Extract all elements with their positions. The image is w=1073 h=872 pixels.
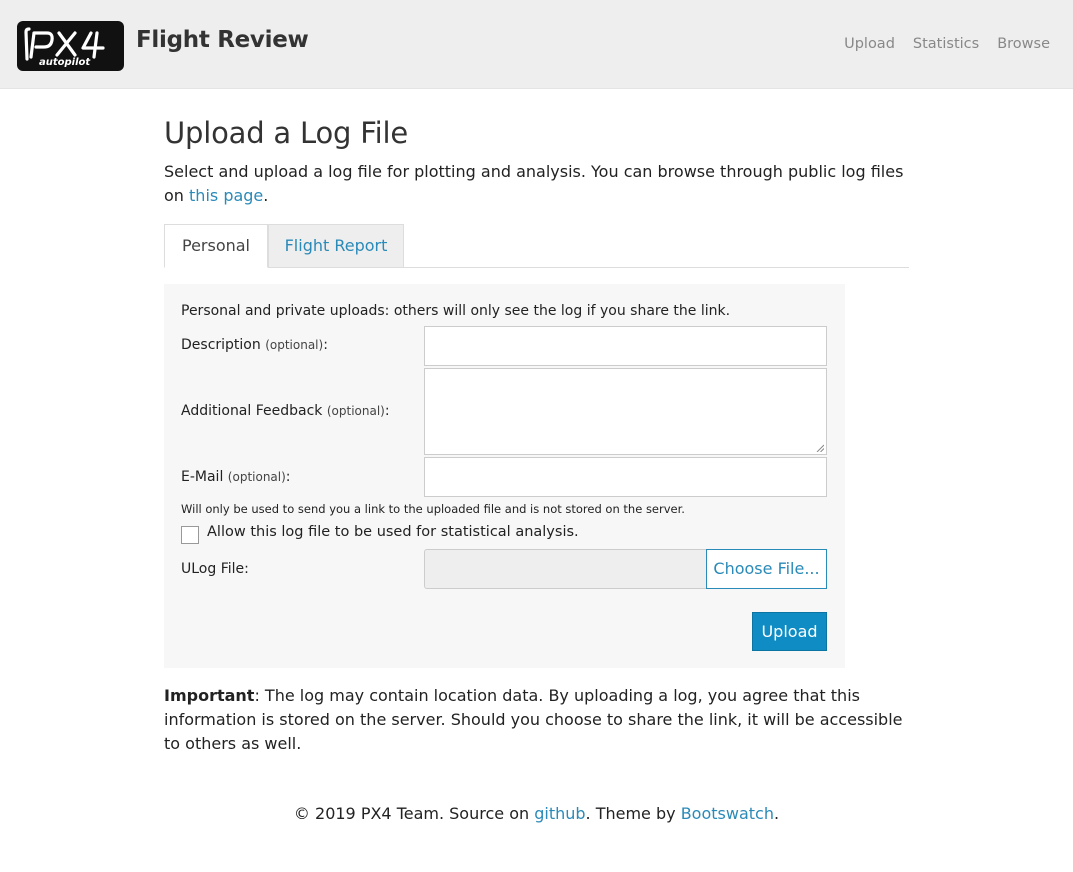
choose-file-button[interactable]: Choose File... — [706, 549, 827, 589]
browse-page-link[interactable]: this page — [189, 186, 263, 205]
description-label: Description (optional): — [181, 337, 328, 353]
label-colon: : — [384, 403, 390, 419]
email-label: E-Mail (optional): — [181, 469, 291, 485]
footer-middle: . Theme by — [585, 804, 676, 823]
svg-text:autopilot: autopilot — [39, 57, 91, 68]
important-text: : The log may contain location data. By … — [164, 686, 903, 753]
description-label-text: Description — [181, 337, 261, 353]
nav-links: Upload Statistics Browse — [844, 36, 1050, 52]
file-name-display[interactable] — [424, 549, 707, 589]
stats-checkbox[interactable] — [181, 526, 199, 544]
px4-logo[interactable]: autopilot — [17, 21, 124, 71]
intro-paragraph: Select and upload a log file for plottin… — [164, 160, 924, 208]
brand-title[interactable]: Flight Review — [136, 27, 309, 53]
upload-form-panel: Personal and private uploads: others wil… — [164, 284, 845, 668]
label-colon: : — [323, 337, 328, 353]
important-label: Important — [164, 686, 255, 705]
stats-checkbox-label[interactable]: Allow this log file to be used for stati… — [207, 524, 579, 540]
optional-tag: (optional) — [265, 338, 324, 352]
nav-upload[interactable]: Upload — [844, 36, 895, 52]
email-input[interactable] — [424, 457, 827, 497]
footer-end: . — [773, 804, 780, 823]
tab-flight-report[interactable]: Flight Report — [268, 224, 404, 268]
additional-feedback-label: Additional Feedback (optional): — [181, 403, 390, 419]
important-notice: Important: The log may contain location … — [164, 684, 904, 756]
bootswatch-link[interactable]: Bootswatch — [681, 804, 774, 823]
resize-handle-icon[interactable] — [816, 444, 824, 452]
nav-statistics[interactable]: Statistics — [913, 36, 979, 52]
ulog-file-label: ULog File: — [181, 561, 249, 577]
intro-end: . — [263, 186, 269, 205]
intro-text: Select and upload a log file for plottin… — [164, 162, 904, 205]
feedback-label-text: Additional Feedback — [181, 403, 323, 419]
optional-tag: (optional) — [227, 470, 286, 484]
upload-button[interactable]: Upload — [752, 612, 827, 651]
additional-feedback-textarea[interactable] — [424, 368, 827, 455]
upload-tabs: Personal Flight Report — [164, 224, 909, 268]
github-link[interactable]: github — [534, 804, 585, 823]
email-help-text: Will only be used to send you a link to … — [181, 502, 685, 516]
tab-personal[interactable]: Personal — [164, 224, 268, 268]
nav-browse[interactable]: Browse — [997, 36, 1050, 52]
optional-tag: (optional) — [326, 404, 385, 418]
footer-prefix: © 2019 PX4 Team. Source on — [293, 804, 530, 823]
description-input[interactable] — [424, 326, 827, 366]
privacy-note: Personal and private uploads: others wil… — [181, 303, 731, 319]
page-title: Upload a Log File — [164, 116, 408, 150]
top-navbar: autopilot Flight Review Upload Statistic… — [0, 0, 1073, 89]
label-colon: : — [285, 469, 291, 485]
footer: © 2019 PX4 Team. Source on github. Theme… — [0, 804, 1073, 823]
email-label-text: E-Mail — [181, 469, 224, 485]
